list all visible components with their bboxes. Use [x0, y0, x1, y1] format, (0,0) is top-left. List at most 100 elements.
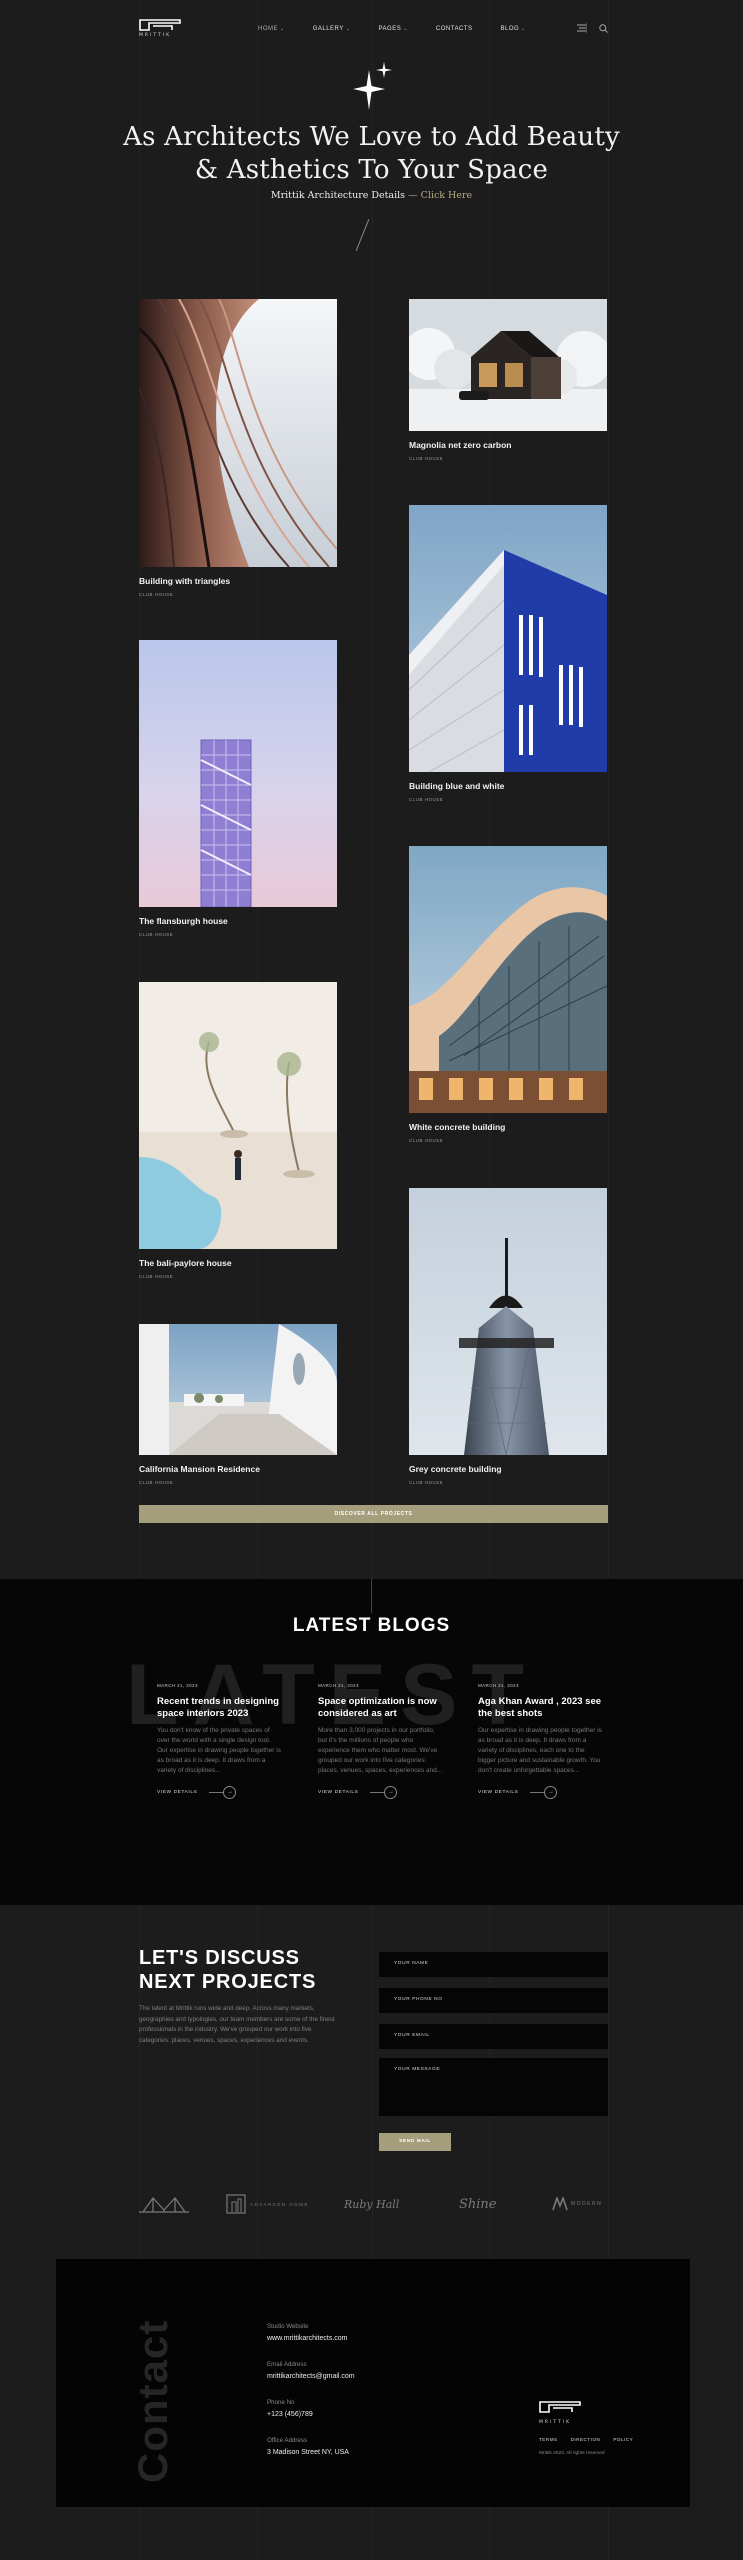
contact-item: Office Address 3 Madison Street NY, USA	[267, 2437, 349, 2456]
bridge-logo	[139, 2190, 189, 2218]
website-link[interactable]: www.mrittikarchitects.com	[267, 2335, 348, 2342]
project-image-california[interactable]	[139, 1324, 337, 1455]
nav-label: PAGES	[378, 26, 402, 32]
blog-date: MARCH 21, 2023	[318, 1683, 359, 1688]
hero-title: As Architects We Love to Add Beauty & As…	[0, 121, 743, 187]
send-mail-button[interactable]: SEND MAIL	[379, 2133, 451, 2151]
arrow-right-icon: →	[544, 1786, 558, 1799]
view-details-label: VIEW DETAILS	[478, 1790, 519, 1795]
chevron-down-icon: ⌄	[345, 26, 351, 32]
page: MRITTIK HOME ⌄ GALLERY ⌄ PAGES ⌄ CONTACTS B…	[0, 0, 743, 2560]
project-title[interactable]: Magnolia net zero carbon	[409, 440, 607, 450]
view-details-label: VIEW DETAILS	[157, 1790, 198, 1795]
view-details-link[interactable]: VIEW DETAILS →	[157, 1786, 282, 1799]
view-details-link[interactable]: VIEW DETAILS →	[318, 1786, 443, 1799]
chevron-down-icon: ⌄	[403, 26, 408, 32]
header-divider	[586, 23, 587, 33]
partner-text: MODERN	[571, 2201, 603, 2207]
contact-label: Office Address	[267, 2437, 308, 2444]
copyright-text: Mrittik 2023. All rights reserved	[539, 2451, 605, 2456]
project-title[interactable]: Building blue and white	[409, 781, 607, 791]
project-title[interactable]: Building with triangles	[139, 576, 337, 586]
signature-logo: Ruby Hall	[344, 2190, 399, 2218]
field-placeholder: YOUR NAME	[394, 1961, 429, 1966]
link-line	[530, 1792, 545, 1793]
hero-divider	[355, 219, 370, 251]
hamburger-icon[interactable]	[577, 24, 586, 34]
click-here-link[interactable]: — Click Here	[408, 190, 472, 201]
discover-all-projects-button[interactable]: DISCOVER ALL PROJECTS	[139, 1505, 608, 1523]
nav-pages[interactable]: PAGES ⌄	[378, 26, 407, 32]
nav-gallery[interactable]: GALLERY ⌄	[313, 26, 351, 32]
field-placeholder: YOUR EMAIL	[394, 2033, 430, 2038]
blog-title[interactable]: Recent trends in designing space interio…	[157, 1696, 282, 1719]
view-details-link[interactable]: VIEW DETAILS →	[478, 1786, 603, 1799]
project-image-blue-white[interactable]	[409, 505, 607, 772]
email-field[interactable]: YOUR EMAIL	[379, 2024, 608, 2049]
project-card: The bali-paylore house CLUB HOUSE	[139, 982, 337, 1279]
footer-link-policy[interactable]: POLICY	[613, 2437, 633, 2442]
phone-link[interactable]: +123 (456)789	[267, 2411, 313, 2418]
mw-logo: MODERN	[552, 2190, 602, 2218]
nav-label: BLOG	[500, 26, 520, 32]
project-title[interactable]: White concrete building	[409, 1122, 607, 1132]
project-card: The flansburgh house CLUB HOUSE	[139, 640, 337, 937]
grid-line	[372, 0, 373, 2560]
latest-blogs-section: LATEST LATEST BLOGS MARCH 21, 2023 Recen…	[0, 1579, 743, 1905]
nav-blog[interactable]: BLOG ⌄	[500, 26, 525, 32]
blog-excerpt: You don't know of the private spaces of …	[157, 1727, 281, 1774]
project-image-magnolia[interactable]	[409, 299, 607, 431]
nav-home[interactable]: HOME ⌄	[258, 26, 285, 32]
project-title[interactable]: Grey concrete building	[409, 1464, 607, 1474]
blog-title[interactable]: Aga Khan Award , 2023 see the best shots	[478, 1696, 603, 1719]
project-category: CLUB HOUSE	[409, 456, 444, 461]
project-image-white-concrete[interactable]	[409, 846, 607, 1113]
field-placeholder: YOUR MESSAGE	[394, 2067, 441, 2072]
project-category: CLUB HOUSE	[139, 932, 174, 937]
nav-label: CONTACTS	[435, 26, 473, 32]
project-image-flansburgh[interactable]	[139, 640, 337, 907]
project-title[interactable]: California Mansion Residence	[139, 1464, 337, 1474]
project-title[interactable]: The bali-paylore house	[139, 1258, 337, 1268]
project-image-bali-paylore[interactable]	[139, 982, 337, 1249]
project-category: CLUB HOUSE	[409, 1480, 444, 1485]
arrow-right-icon: →	[223, 1786, 237, 1799]
blogs-title: LATEST BLOGS	[292, 1615, 451, 1636]
contact-label: Phone No	[267, 2399, 295, 2406]
contact-label: Email Address	[267, 2361, 307, 2368]
blog-date: MARCH 21, 2023	[478, 1683, 519, 1688]
hero-title-line: & Asthetics To Your Space	[194, 155, 549, 185]
project-image-triangles[interactable]	[139, 299, 337, 567]
blog-card: MARCH 21, 2023 Recent trends in designin…	[157, 1683, 282, 1799]
contact-vertical-word: Contact	[129, 2319, 176, 2483]
project-category: CLUB HOUSE	[139, 1274, 174, 1279]
sparkle-icon	[353, 62, 392, 110]
name-field[interactable]: YOUR NAME	[379, 1952, 608, 1977]
project-category: CLUB HOUSE	[139, 592, 174, 597]
nav-label: HOME	[258, 26, 278, 32]
blog-card: MARCH 21, 2023 Space optimization is now…	[318, 1683, 443, 1799]
project-title[interactable]: The flansburgh house	[139, 916, 337, 926]
search-icon[interactable]	[599, 24, 608, 35]
blog-excerpt: More than 3,000 projects in our portfoli…	[318, 1727, 443, 1774]
address-text: 3 Madison Street NY, USA	[267, 2449, 349, 2456]
phone-field[interactable]: YOUR PHONE NO	[379, 1988, 608, 2013]
partner-text: Ruby Hall	[344, 2197, 400, 2211]
section-divider	[371, 1579, 372, 1613]
link-line	[370, 1792, 385, 1793]
project-card: California Mansion Residence CLUB HOUSE	[139, 1324, 337, 1485]
nav-contacts[interactable]: CONTACTS	[436, 26, 473, 32]
site-logo[interactable]: MRITTIK	[139, 19, 183, 38]
footer-link-terms[interactable]: TERMS	[539, 2437, 558, 2442]
project-card: Building blue and white CLUB HOUSE	[409, 505, 607, 802]
footer-link-direction[interactable]: DIRECTION	[571, 2437, 601, 2442]
project-image-grey-concrete[interactable]	[409, 1188, 607, 1455]
email-link[interactable]: mrittikarchitects@gmail.com	[267, 2373, 355, 2380]
site-header: MRITTIK HOME ⌄ GALLERY ⌄ PAGES ⌄ CONTACTS B…	[0, 0, 743, 56]
blog-card: MARCH 21, 2023 Aga Khan Award , 2023 see…	[478, 1683, 603, 1799]
partner-text: ADVANCED HOME	[250, 2201, 309, 2207]
blog-date: MARCH 21, 2023	[157, 1683, 198, 1688]
message-field[interactable]: YOUR MESSAGE	[379, 2058, 608, 2116]
footer-logo[interactable]: MRITTIK	[539, 2400, 581, 2425]
blog-title[interactable]: Space optimization is now considered as …	[318, 1696, 443, 1719]
